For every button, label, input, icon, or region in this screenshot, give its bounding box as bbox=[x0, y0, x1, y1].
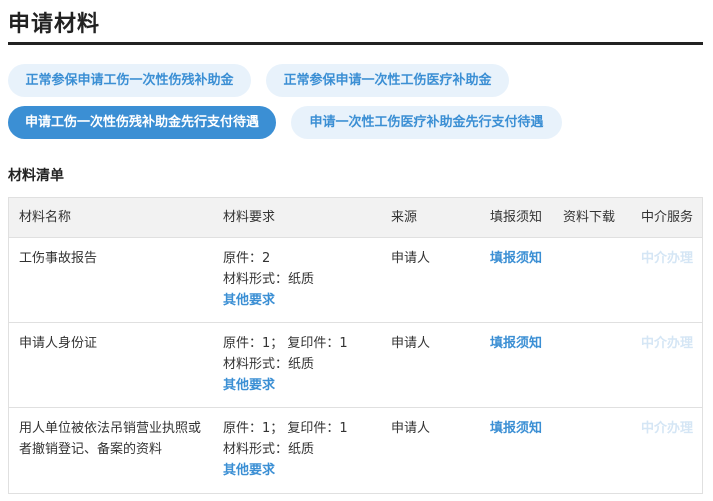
header-source: 来源 bbox=[391, 210, 418, 225]
requirement-form: 材料形式：纸质 bbox=[223, 272, 315, 287]
header-requirement: 材料要求 bbox=[223, 210, 276, 225]
material-name: 用人单位被依法吊销营业执照或者撤销登记、备案的资料 bbox=[19, 421, 202, 457]
requirement-copies: 原件：1； 复印件：1 bbox=[223, 421, 348, 436]
tab-advance-disability-subsidy[interactable]: 申请工伤一次性伤残补助金先行支付待遇 bbox=[8, 106, 276, 139]
page: 申请材料 正常参保申请工伤一次性伤残补助金 正常参保申请一次性工伤医疗补助金 申… bbox=[0, 0, 713, 501]
agent-service-link[interactable]: 中介办理 bbox=[641, 248, 693, 269]
requirement-form: 材料形式：纸质 bbox=[223, 442, 315, 457]
requirement-copies: 原件：1； 复印件：1 bbox=[223, 336, 348, 351]
header-fill-notice: 填报须知 bbox=[490, 210, 543, 225]
fill-notice-link[interactable]: 填报须知 bbox=[490, 333, 542, 354]
material-name: 申请人身份证 bbox=[19, 336, 98, 351]
page-title: 申请材料 bbox=[8, 12, 101, 37]
agent-service-link[interactable]: 中介办理 bbox=[641, 333, 693, 354]
material-source: 申请人 bbox=[391, 336, 431, 351]
requirement-copies: 原件：2 bbox=[223, 251, 271, 266]
tab-normal-disability-subsidy[interactable]: 正常参保申请工伤一次性伤残补助金 bbox=[8, 64, 251, 97]
table-header: 材料名称 材料要求 来源 填报须知 资料下载 中介服务 bbox=[9, 198, 702, 238]
material-requirement: 原件：1； 复印件：1 材料形式：纸质 其他要求 bbox=[223, 418, 348, 481]
other-requirements-link[interactable]: 其他要求 bbox=[223, 290, 314, 311]
fill-notice-link[interactable]: 填报须知 bbox=[490, 248, 542, 269]
fill-notice-link[interactable]: 填报须知 bbox=[490, 418, 542, 439]
material-requirement: 原件：1； 复印件：1 材料形式：纸质 其他要求 bbox=[223, 333, 348, 396]
requirement-form: 材料形式：纸质 bbox=[223, 357, 315, 372]
other-requirements-link[interactable]: 其他要求 bbox=[223, 375, 348, 396]
material-name: 工伤事故报告 bbox=[19, 251, 98, 266]
table-row: 申请人身份证 原件：1； 复印件：1 材料形式：纸质 其他要求 申请人 填报须知… bbox=[9, 323, 702, 408]
table-row: 用人单位被依法吊销营业执照或者撤销登记、备案的资料 原件：1； 复印件：1 材料… bbox=[9, 408, 702, 493]
tab-advance-medical-subsidy[interactable]: 申请一次性工伤医疗补助金先行支付待遇 bbox=[291, 106, 562, 139]
materials-table: 材料名称 材料要求 来源 填报须知 资料下载 中介服务 工伤事故报告 原件：2 … bbox=[8, 197, 703, 494]
material-requirement: 原件：2 材料形式：纸质 其他要求 bbox=[223, 248, 314, 311]
section-title: 材料清单 bbox=[8, 168, 64, 184]
table-row: 工伤事故报告 原件：2 材料形式：纸质 其他要求 申请人 填报须知 中介办理 bbox=[9, 238, 702, 323]
header-download: 资料下载 bbox=[563, 210, 616, 225]
material-source: 申请人 bbox=[391, 251, 431, 266]
agent-service-link[interactable]: 中介办理 bbox=[641, 418, 693, 439]
other-requirements-link[interactable]: 其他要求 bbox=[223, 460, 348, 481]
material-source: 申请人 bbox=[391, 421, 431, 436]
header-agent: 中介服务 bbox=[641, 210, 694, 225]
header-name: 材料名称 bbox=[19, 210, 72, 225]
title-divider bbox=[8, 42, 703, 45]
tab-normal-medical-subsidy[interactable]: 正常参保申请一次性工伤医疗补助金 bbox=[266, 64, 509, 97]
